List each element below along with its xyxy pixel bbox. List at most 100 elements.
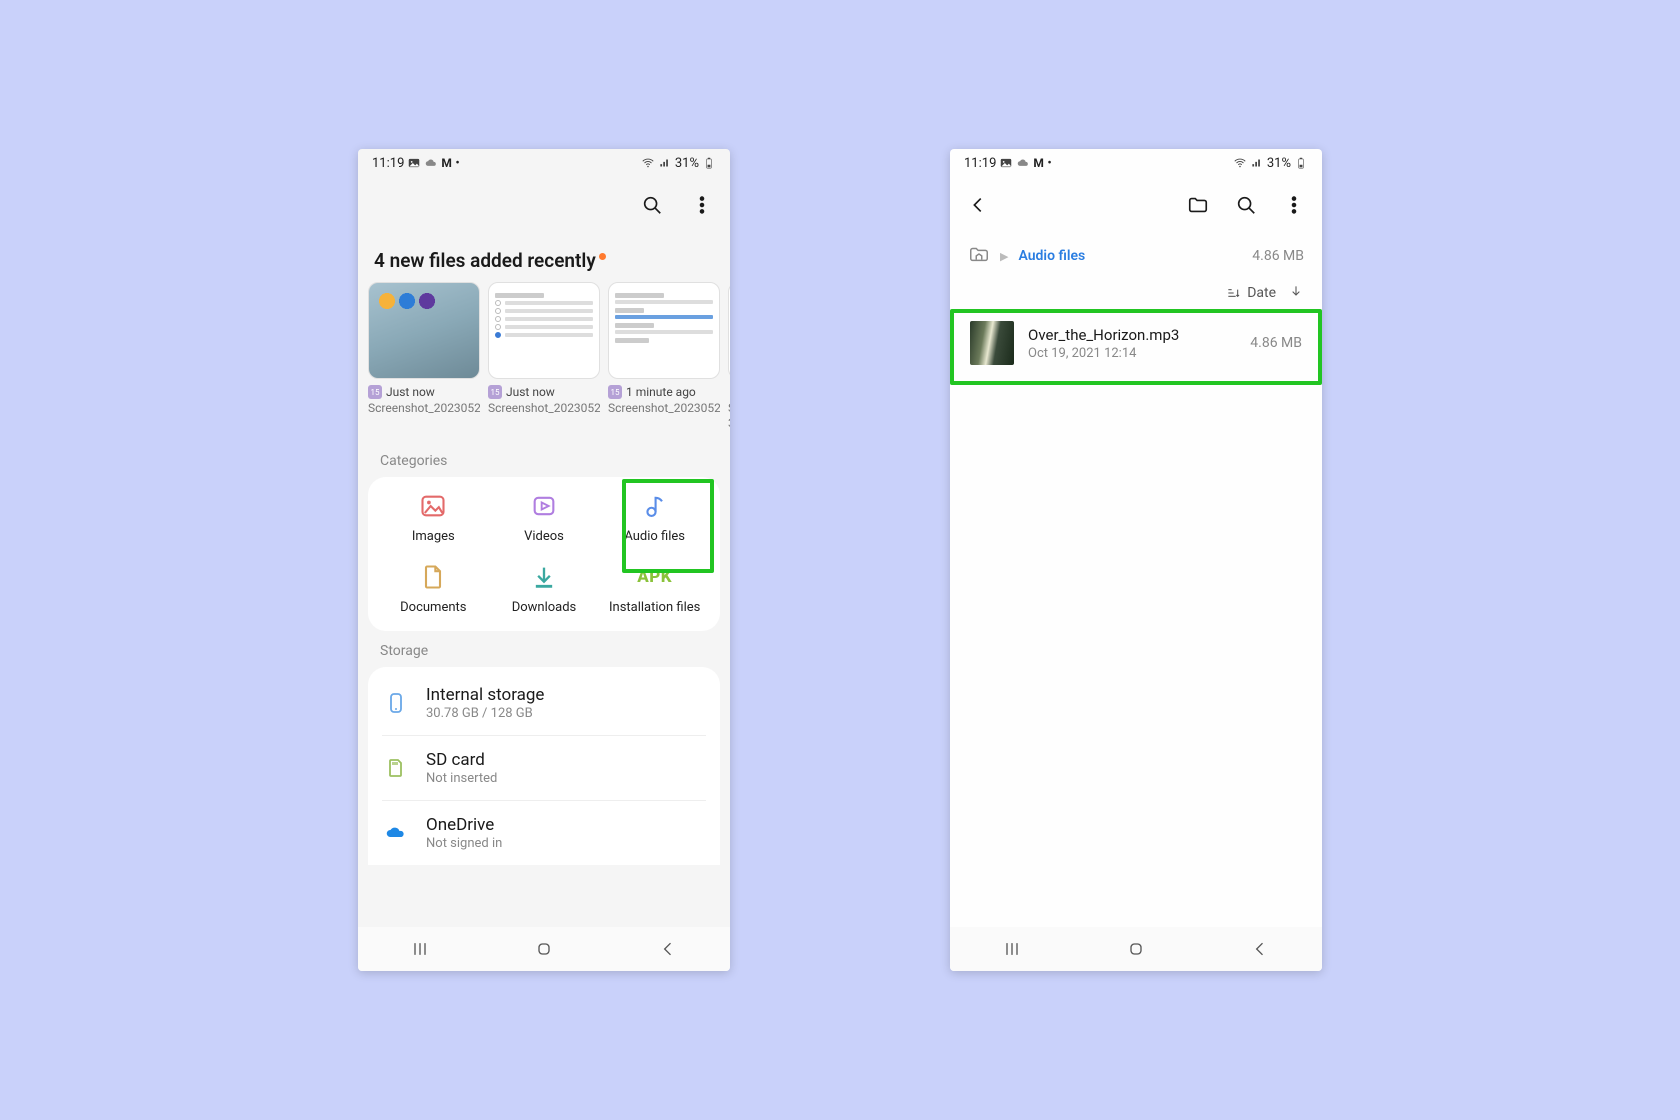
- category-documents[interactable]: Documents: [378, 562, 489, 615]
- recent-time: Just now: [386, 385, 435, 399]
- thumbnail: [728, 282, 730, 379]
- sort-direction[interactable]: [1288, 283, 1304, 303]
- cloud-icon: [424, 156, 438, 170]
- signal-icon: [658, 156, 672, 170]
- video-icon: [530, 492, 558, 520]
- back-button[interactable]: [964, 191, 992, 219]
- recent-filename: Screenshot_20230526_111832...: [488, 401, 600, 416]
- storage-subtitle: 30.78 GB / 128 GB: [426, 706, 544, 721]
- sort-label: Date: [1247, 285, 1276, 301]
- storage-subtitle: Not inserted: [426, 771, 497, 786]
- sort-button[interactable]: Date: [1225, 285, 1276, 301]
- recent-files-strip[interactable]: 15Just now Screenshot_20230526_1118... 1…: [358, 282, 730, 441]
- phone-storage-icon: [384, 691, 408, 715]
- search-button[interactable]: [638, 191, 666, 219]
- back-icon: [658, 939, 678, 959]
- status-time: 11:19: [964, 156, 996, 171]
- system-navbar: [950, 927, 1322, 971]
- thumbnail: [488, 282, 600, 379]
- categories-label: Categories: [358, 441, 730, 477]
- nav-recents[interactable]: [395, 939, 445, 959]
- file-row[interactable]: Over_the_Horizon.mp3 Oct 19, 2021 12:14 …: [960, 309, 1312, 377]
- nav-recents[interactable]: [987, 939, 1037, 959]
- breadcrumb-current[interactable]: Audio files: [1018, 248, 1085, 264]
- storage-subtitle: Not signed in: [426, 836, 502, 851]
- thumbnail: [368, 282, 480, 379]
- category-audio[interactable]: Audio files: [599, 491, 710, 544]
- cloud-icon: [1016, 156, 1030, 170]
- recent-card-partial[interactable]: S 3: [728, 282, 730, 431]
- search-button[interactable]: [1232, 191, 1260, 219]
- nav-back[interactable]: [643, 939, 693, 959]
- app-bar: [950, 177, 1322, 233]
- category-label: Downloads: [512, 600, 577, 615]
- sort-bar: Date: [950, 283, 1322, 309]
- dot-icon: •: [1047, 156, 1051, 171]
- apk-icon: APK: [640, 562, 670, 592]
- file-size: 4.86 MB: [1250, 335, 1302, 351]
- nav-home[interactable]: [519, 939, 569, 959]
- onedrive-icon: [384, 821, 408, 845]
- status-bar: 11:19 M • 31%: [358, 149, 730, 177]
- more-button[interactable]: [1280, 191, 1308, 219]
- file-list: Over_the_Horizon.mp3 Oct 19, 2021 12:14 …: [950, 309, 1322, 377]
- status-bar: 11:19 M • 31%: [950, 149, 1322, 177]
- storage-internal[interactable]: Internal storage 30.78 GB / 128 GB: [382, 671, 706, 736]
- nav-back[interactable]: [1235, 939, 1285, 959]
- category-downloads[interactable]: Downloads: [489, 562, 600, 615]
- recent-filename: Screenshot_20230526_1118...: [368, 401, 480, 416]
- recent-heading: 4 new files added recently: [358, 233, 730, 282]
- recents-icon: [410, 939, 430, 959]
- picture-icon: [407, 156, 421, 170]
- category-label: Videos: [524, 529, 564, 544]
- storage-title: Internal storage: [426, 685, 544, 705]
- image-icon: [419, 492, 447, 520]
- battery-icon: [1294, 156, 1308, 170]
- storage-sdcard[interactable]: SD card Not inserted: [382, 736, 706, 801]
- phone-right: 11:19 M • 31%: [950, 149, 1322, 971]
- recent-heading-text: 4 new files added recently: [374, 249, 596, 272]
- category-images[interactable]: Images: [378, 491, 489, 544]
- more-button[interactable]: [688, 191, 716, 219]
- category-label: Documents: [400, 600, 466, 615]
- recent-card[interactable]: 15Just now Screenshot_20230526_111832...: [488, 282, 600, 431]
- arrow-down-icon: [1288, 283, 1304, 299]
- file-name: Over_the_Horizon.mp3: [1028, 326, 1179, 344]
- back-icon: [1250, 939, 1270, 959]
- file-date: Oct 19, 2021 12:14: [1028, 346, 1179, 361]
- status-time: 11:19: [372, 156, 404, 171]
- download-icon: [530, 563, 558, 591]
- search-icon: [1235, 194, 1257, 216]
- categories-grid: Images Videos Audio files Documents Down…: [368, 477, 720, 631]
- recent-card[interactable]: 151 minute ago Screenshot_20230526_11173…: [608, 282, 720, 431]
- home-folder-icon: [968, 243, 990, 265]
- breadcrumb-home[interactable]: [968, 243, 990, 269]
- category-videos[interactable]: Videos: [489, 491, 600, 544]
- thumbnail: [608, 282, 720, 379]
- folder-icon: [1187, 194, 1209, 216]
- recent-card[interactable]: 15Just now Screenshot_20230526_1118...: [368, 282, 480, 431]
- storage-title: OneDrive: [426, 815, 502, 835]
- recent-time: 1 minute ago: [626, 385, 696, 399]
- system-navbar: [358, 927, 730, 971]
- recent-time: Just now: [506, 385, 555, 399]
- app-bar: [358, 177, 730, 233]
- file-thumbnail: [970, 321, 1014, 365]
- battery-icon: [702, 156, 716, 170]
- chevron-left-icon: [967, 194, 989, 216]
- home-icon: [1126, 939, 1146, 959]
- category-apk[interactable]: APK Installation files: [599, 562, 710, 615]
- storage-list: Internal storage 30.78 GB / 128 GB SD ca…: [368, 667, 720, 865]
- nav-home[interactable]: [1111, 939, 1161, 959]
- recent-filename: Screenshot_20230526_111738...: [608, 401, 720, 416]
- notification-dot: [599, 253, 606, 260]
- music-icon: [641, 492, 669, 520]
- phone-left: 11:19 M • 31% 4 new files added recently…: [358, 149, 730, 971]
- battery-text: 31%: [1267, 156, 1291, 171]
- wifi-icon: [641, 156, 655, 170]
- category-label: Audio files: [624, 529, 685, 544]
- wifi-icon: [1233, 156, 1247, 170]
- folder-button[interactable]: [1184, 191, 1212, 219]
- storage-onedrive[interactable]: OneDrive Not signed in: [382, 801, 706, 865]
- recents-icon: [1002, 939, 1022, 959]
